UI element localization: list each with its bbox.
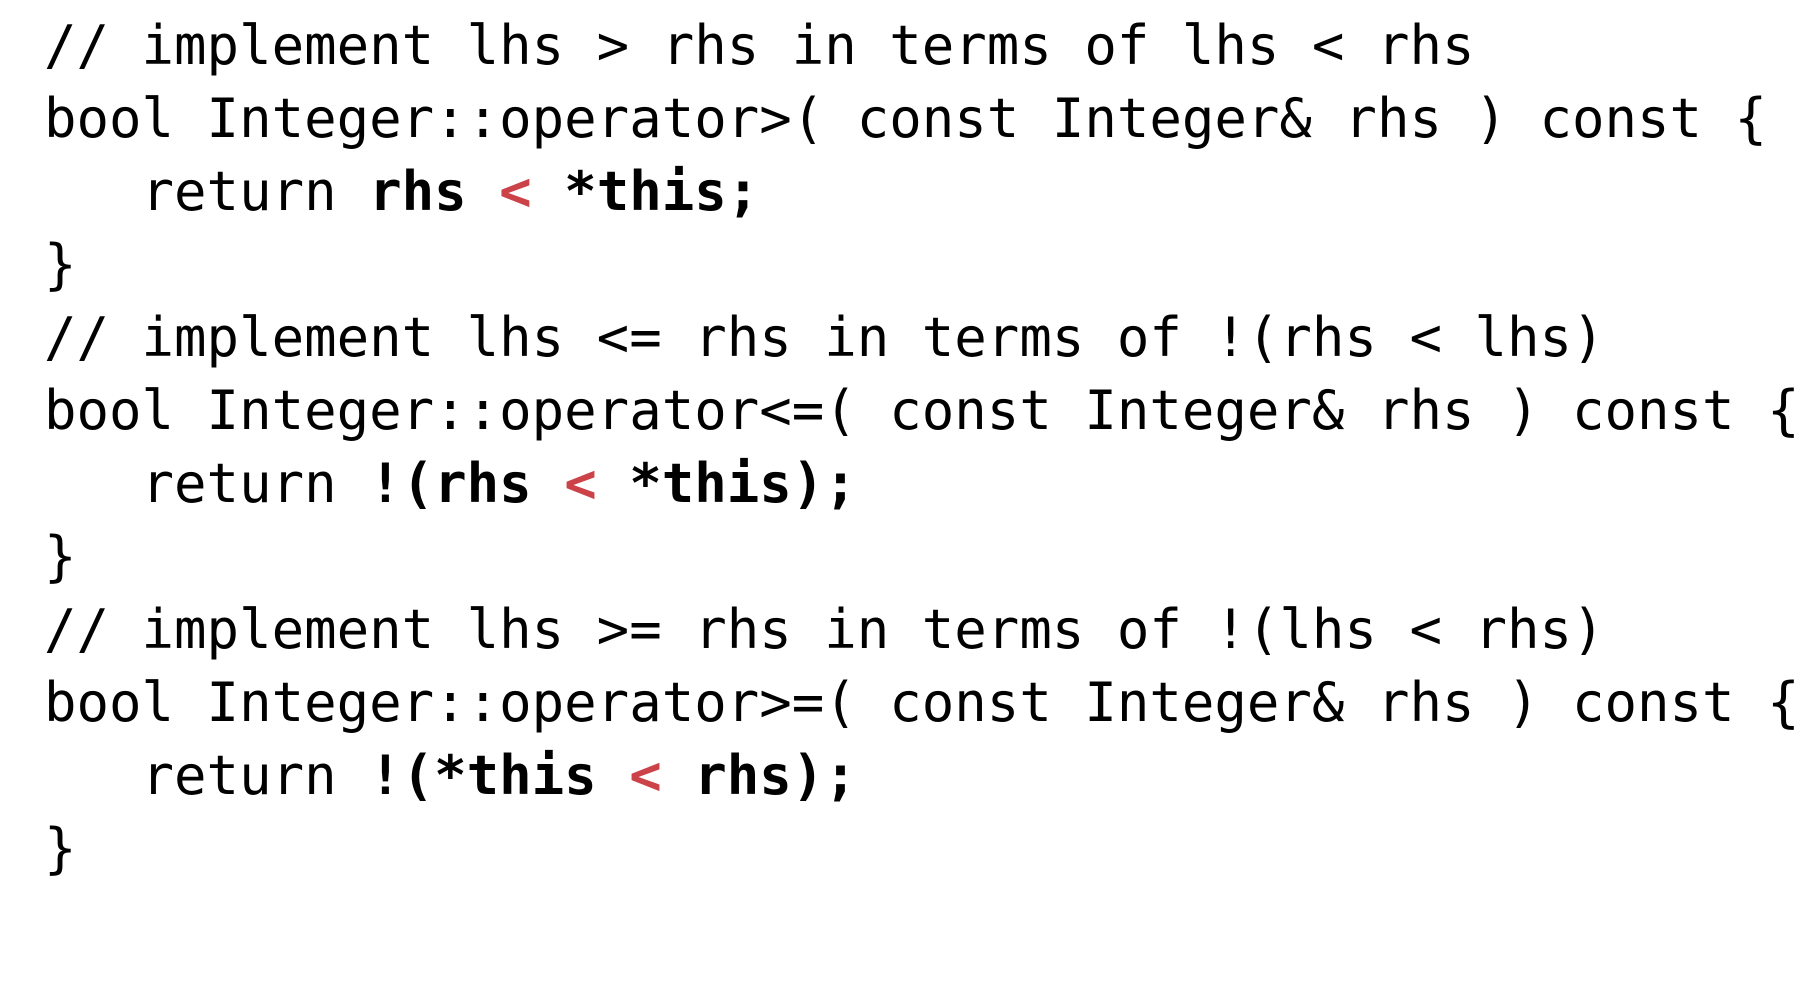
code-text: // implement lhs > rhs in terms of lhs <…	[44, 14, 1475, 77]
code-text: return	[44, 452, 370, 515]
code-listing: // implement lhs > rhs in terms of lhs <…	[44, 9, 1804, 885]
code-line: }	[44, 520, 1804, 593]
code-line: bool Integer::operator>=( const Integer&…	[44, 666, 1804, 739]
less-than-operator-highlight: <	[629, 744, 662, 807]
code-line: return rhs < *this;	[44, 155, 1804, 228]
code-expression-emphasis: !(*this	[369, 744, 630, 807]
code-text: // implement lhs <= rhs in terms of !(rh…	[44, 306, 1605, 369]
code-text: // implement lhs >= rhs in terms of !(lh…	[44, 598, 1605, 661]
code-expression-emphasis: *this;	[531, 160, 760, 223]
code-text: bool Integer::operator<=( const Integer&…	[44, 379, 1800, 442]
code-text: }	[44, 525, 77, 588]
code-text: }	[44, 233, 77, 296]
code-line: }	[44, 228, 1804, 301]
less-than-operator-highlight: <	[499, 160, 532, 223]
code-line: return !(*this < rhs);	[44, 739, 1804, 812]
code-line: // implement lhs > rhs in terms of lhs <…	[44, 9, 1804, 82]
code-line: bool Integer::operator<=( const Integer&…	[44, 374, 1804, 447]
code-expression-emphasis: *this);	[596, 452, 857, 515]
code-line: bool Integer::operator>( const Integer& …	[44, 82, 1804, 155]
code-line: }	[44, 812, 1804, 885]
code-text: return	[44, 744, 370, 807]
code-expression-emphasis: rhs);	[661, 744, 857, 807]
code-line: return !(rhs < *this);	[44, 447, 1804, 520]
code-line: // implement lhs <= rhs in terms of !(rh…	[44, 301, 1804, 374]
code-text: }	[44, 817, 77, 880]
code-expression-emphasis: rhs	[369, 160, 500, 223]
code-slide: // implement lhs > rhs in terms of lhs <…	[0, 0, 1804, 992]
code-text: bool Integer::operator>( const Integer& …	[44, 87, 1768, 150]
code-expression-emphasis: !(rhs	[369, 452, 565, 515]
code-text: return	[44, 160, 370, 223]
less-than-operator-highlight: <	[564, 452, 597, 515]
code-text: bool Integer::operator>=( const Integer&…	[44, 671, 1800, 734]
code-line: // implement lhs >= rhs in terms of !(lh…	[44, 593, 1804, 666]
